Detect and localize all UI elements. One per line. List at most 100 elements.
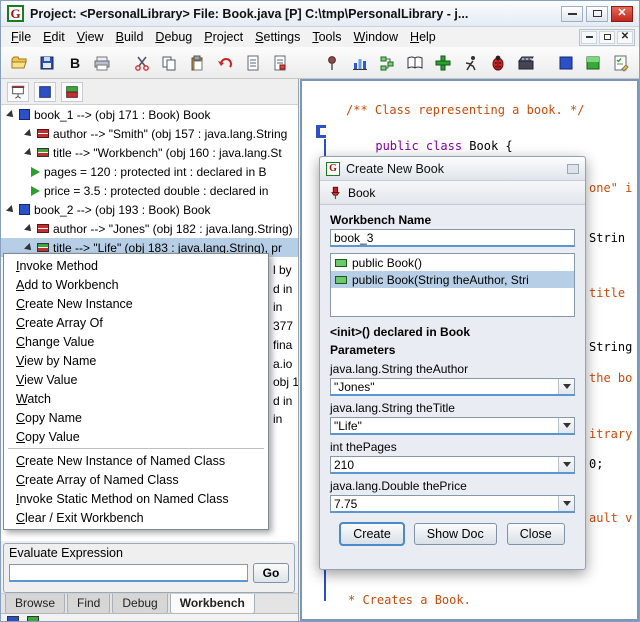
expander-icon[interactable] xyxy=(6,204,16,215)
tree-row-book1[interactable]: book_1 --> (obj 171 : Book) Book xyxy=(1,105,298,124)
cut-icon[interactable] xyxy=(130,51,154,75)
pin-icon[interactable] xyxy=(320,51,344,75)
mdi-minimize-button[interactable] xyxy=(581,30,597,44)
menu-item-create-array-of[interactable]: Create Array Of xyxy=(4,313,268,332)
menu-tools[interactable]: Tools xyxy=(306,28,347,46)
menu-item-copy-name[interactable]: Copy Name xyxy=(4,408,268,427)
tree-row-price1[interactable]: price = 3.5 : protected double : declare… xyxy=(1,181,298,200)
document-icon[interactable] xyxy=(241,51,265,75)
expander-icon[interactable] xyxy=(24,147,34,158)
bar-chart-icon[interactable] xyxy=(348,51,372,75)
close-button[interactable]: ✕ xyxy=(611,5,633,22)
tree-row-author2[interactable]: author --> "Jones" (obj 182 : java.lang.… xyxy=(1,219,298,238)
evaluate-expression-input[interactable] xyxy=(9,564,248,582)
tree-row-label: author --> "Smith" (obj 157 : java.lang.… xyxy=(53,126,288,141)
open-book-icon[interactable] xyxy=(403,51,427,75)
menu-item-view-value[interactable]: View Value xyxy=(4,370,268,389)
menu-debug[interactable]: Debug xyxy=(149,28,198,46)
expander-icon[interactable] xyxy=(24,223,34,234)
close-dialog-button[interactable]: Close xyxy=(506,523,565,545)
param-thePages-combobox[interactable]: 210 xyxy=(330,456,575,474)
tab-debug[interactable]: Debug xyxy=(112,594,168,614)
undo-icon[interactable] xyxy=(213,51,237,75)
dropdown-arrow-icon[interactable] xyxy=(558,496,574,511)
tree-row-book2[interactable]: book_2 --> (obj 193 : Book) Book xyxy=(1,200,298,219)
workbench-view-icon[interactable] xyxy=(61,81,83,102)
param-theTitle-combobox[interactable]: "Life" xyxy=(330,417,575,435)
run-icon[interactable] xyxy=(459,51,483,75)
tab-workbench[interactable]: Workbench xyxy=(169,594,255,614)
menu-window[interactable]: Window xyxy=(348,28,404,46)
class-csd-icon xyxy=(316,125,326,138)
pushpin-icon[interactable] xyxy=(328,185,342,200)
menu-item-clear-exit-workbench[interactable]: Clear / Exit Workbench xyxy=(4,508,268,527)
menu-item-add-to-workbench[interactable]: Add to Workbench xyxy=(4,275,268,294)
presentation-icon[interactable] xyxy=(7,81,29,102)
mdi-close-button[interactable]: ✕ xyxy=(617,30,633,44)
tab-browse[interactable]: Browse xyxy=(5,594,66,614)
workbench-name-input[interactable] xyxy=(330,229,575,247)
object-view-icon[interactable] xyxy=(34,81,56,102)
tree-row-title1[interactable]: title --> "Workbench" (obj 160 : java.la… xyxy=(1,143,298,162)
code-fragment: itrary xyxy=(589,427,633,441)
expander-icon[interactable] xyxy=(24,242,34,253)
menu-item-watch[interactable]: Watch xyxy=(4,389,268,408)
tree-row-author1[interactable]: author --> "Smith" (obj 157 : java.lang.… xyxy=(1,124,298,143)
go-button[interactable]: Go xyxy=(253,563,289,583)
tab-find[interactable]: Find xyxy=(67,594,111,614)
constructor-item-selected[interactable]: public Book(String theAuthor, Stri xyxy=(331,271,574,288)
save-icon[interactable] xyxy=(35,51,59,75)
menu-item-copy-value[interactable]: Copy Value xyxy=(4,427,268,446)
add-icon[interactable] xyxy=(431,51,455,75)
menu-settings[interactable]: Settings xyxy=(249,28,306,46)
dropdown-arrow-icon[interactable] xyxy=(558,379,574,394)
menu-file[interactable]: File xyxy=(5,28,37,46)
menu-help[interactable]: Help xyxy=(404,28,442,46)
menu-item-invoke-static-method[interactable]: Invoke Static Method on Named Class xyxy=(4,489,268,508)
tree-row-pages1[interactable]: pages = 120 : protected int : declared i… xyxy=(1,162,298,181)
expander-icon[interactable] xyxy=(24,128,34,139)
debug-bug-icon[interactable] xyxy=(486,51,510,75)
print-icon[interactable] xyxy=(90,51,114,75)
string-field-icon xyxy=(37,224,49,233)
menu-build[interactable]: Build xyxy=(110,28,150,46)
create-button[interactable]: Create xyxy=(339,522,405,546)
param-theAuthor-combobox[interactable]: "Jones" xyxy=(330,378,575,396)
blue-panel-icon[interactable] xyxy=(554,51,578,75)
constructor-item-default[interactable]: public Book() xyxy=(331,254,574,271)
menu-view[interactable]: View xyxy=(71,28,110,46)
maximize-button[interactable] xyxy=(586,5,608,22)
mdi-restore-button[interactable] xyxy=(599,30,615,44)
menu-item-view-by-name[interactable]: View by Name xyxy=(4,351,268,370)
menu-edit[interactable]: Edit xyxy=(37,28,71,46)
green-panel-icon[interactable] xyxy=(582,51,606,75)
obscured-row-fragment: in xyxy=(273,300,283,314)
titlebar: G Project: <PersonalLibrary> File: Book.… xyxy=(1,1,639,27)
menu-item-create-new-instance[interactable]: Create New Instance xyxy=(4,294,268,313)
dialog-detach-icon[interactable] xyxy=(567,163,579,174)
menu-item-change-value[interactable]: Change Value xyxy=(4,332,268,351)
tasklist-icon[interactable] xyxy=(609,51,633,75)
blue-panel-icon[interactable] xyxy=(7,616,19,621)
menu-item-create-array-of-named-class[interactable]: Create Array of Named Class xyxy=(4,470,268,489)
document-copy-icon[interactable] xyxy=(269,51,293,75)
paste-icon[interactable] xyxy=(185,51,209,75)
dropdown-arrow-icon[interactable] xyxy=(558,457,574,472)
green-panel-icon[interactable] xyxy=(27,616,39,621)
evaluate-expression-label: Evaluate Expression xyxy=(9,546,123,560)
minimize-button[interactable] xyxy=(561,5,583,22)
menu-item-create-new-instance-of-named-class[interactable]: Create New Instance of Named Class xyxy=(4,451,268,470)
copy-icon[interactable] xyxy=(158,51,182,75)
menu-item-invoke-method[interactable]: Invoke Method xyxy=(4,256,268,275)
bold-b-icon[interactable]: B xyxy=(62,51,86,75)
dropdown-arrow-icon[interactable] xyxy=(558,418,574,433)
uml-icon[interactable] xyxy=(376,51,400,75)
show-doc-button[interactable]: Show Doc xyxy=(413,523,497,545)
expander-icon[interactable] xyxy=(6,109,16,120)
menu-project[interactable]: Project xyxy=(198,28,249,46)
param-thePrice-combobox[interactable]: 7.75 xyxy=(330,495,575,513)
movie-icon[interactable] xyxy=(514,51,538,75)
open-folder-icon[interactable] xyxy=(7,51,31,75)
dialog-titlebar[interactable]: G Create New Book xyxy=(320,157,585,181)
code-fragment: one" i xyxy=(589,181,633,195)
